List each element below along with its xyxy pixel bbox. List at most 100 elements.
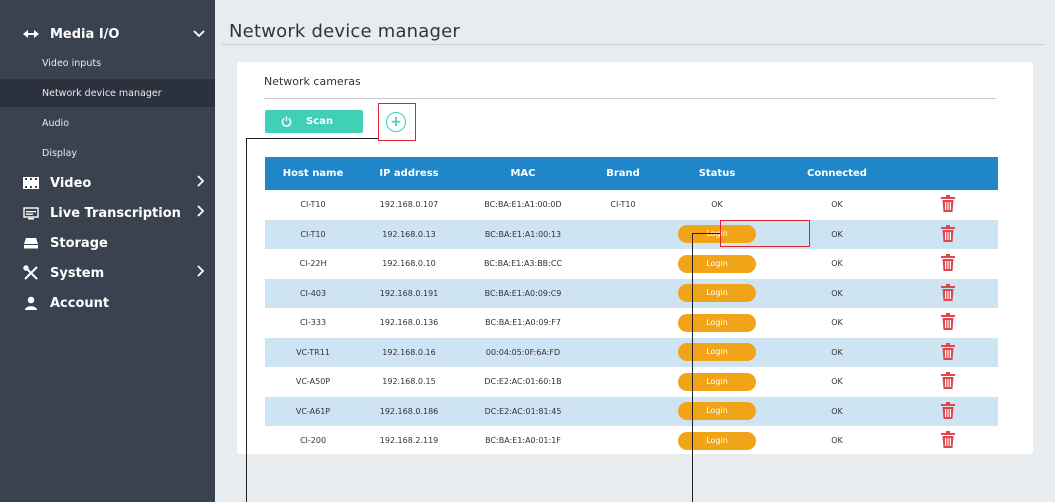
cell-ip-address: 192.168.0.13	[361, 219, 457, 249]
col-connected: Connected	[777, 157, 897, 190]
nav-network-device-manager-label: Network device manager	[42, 87, 162, 99]
delete-icon[interactable]	[940, 254, 955, 273]
delete-icon[interactable]	[940, 431, 955, 450]
nav-storage-label: Storage	[50, 235, 108, 251]
login-button[interactable]: Login	[678, 372, 756, 391]
cell-host-name: CI-403	[265, 278, 361, 308]
cell-status: Login	[657, 396, 777, 426]
cell-mac: DC:E2:AC:01:60:1B	[484, 377, 562, 387]
nav-audio-label: Audio	[42, 117, 70, 129]
cell-host-name: CI-333	[299, 318, 327, 328]
cell-brand	[589, 367, 657, 397]
cell-actions	[897, 396, 998, 426]
col-ip-address: IP address	[361, 157, 457, 190]
chevron-down-icon	[193, 27, 205, 42]
cell-host-name: CI-200	[299, 436, 327, 446]
table-header-row: Host name IP address MAC Brand Status Co…	[265, 157, 998, 190]
nav-system-label: System	[50, 265, 105, 281]
login-button[interactable]: Login	[678, 284, 756, 303]
nav-storage[interactable]: Storage	[0, 228, 215, 258]
login-button[interactable]: Login	[678, 313, 756, 332]
cell-mac: DC:E2:AC:01:81:45	[457, 396, 589, 426]
delete-icon[interactable]	[940, 283, 955, 303]
login-button[interactable]: Login	[678, 343, 756, 362]
table-row: CI-200 192.168.2.119 BC:BA:E1:A0:01:1F Logi…	[265, 426, 998, 456]
table-row: CI-T10192.168.0.13BC:BA:E1:A1:00:13Login…	[265, 219, 998, 249]
media-io-icon	[22, 27, 40, 41]
nav-video[interactable]: Video	[0, 168, 215, 198]
scan-label: Scan	[306, 116, 333, 127]
nav-audio[interactable]: Audio	[0, 109, 215, 137]
login-button[interactable]: Login	[678, 254, 756, 273]
highlight-box-login	[720, 220, 810, 247]
cell-actions	[897, 249, 998, 279]
login-button[interactable]: Login	[678, 402, 756, 421]
nav-display[interactable]: Display	[0, 139, 215, 167]
cell-host-name: VC-TR11	[265, 337, 361, 367]
page-title: Network device manager	[229, 21, 461, 42]
delete-icon[interactable]	[940, 195, 955, 214]
cell-ip-address: 192.168.0.10	[382, 259, 436, 269]
cell-brand: CI-T10	[610, 200, 636, 210]
login-button[interactable]: Login	[678, 431, 756, 450]
cell-actions	[897, 367, 998, 397]
table-row: CI-22H 192.168.0.10 BC:BA:E1:A3:BB:CC Login…	[265, 249, 998, 279]
delete-icon[interactable]	[940, 224, 955, 244]
callout-line	[692, 233, 693, 502]
cell-connected: OK	[831, 436, 843, 446]
nav-media-io[interactable]: Media I/O	[0, 19, 215, 49]
cell-brand	[589, 426, 657, 456]
chevron-right-icon	[197, 175, 205, 191]
cell-mac: BC:BA:E1:A3:BB:CC	[483, 259, 563, 269]
cell-mac: BC:BA:E1:A1:00:13	[457, 219, 589, 249]
film-icon	[22, 176, 40, 190]
nav-live-transcription-label: Live Transcription	[50, 205, 181, 221]
nav-account-label: Account	[50, 295, 110, 311]
nav-account[interactable]: Account	[0, 288, 215, 318]
col-actions	[897, 157, 998, 190]
cell-connected: OK	[777, 396, 897, 426]
cell-connected: OK	[777, 278, 897, 308]
table-row: VC-A61P 192.168.0.186 DC:E2:AC:01:81:45 Log…	[265, 396, 998, 426]
cell-mac: BC:BA:E1:A0:09:C9	[457, 278, 589, 308]
delete-icon[interactable]	[940, 313, 955, 332]
nav-system[interactable]: System	[0, 258, 215, 288]
cell-host-name: VC-A50P	[295, 377, 331, 387]
cell-status: Login	[657, 367, 777, 397]
title-divider	[222, 44, 1044, 45]
callout-line	[246, 138, 247, 502]
cell-mac: BC:BA:E1:A0:09:F7	[485, 318, 561, 328]
cell-ip-address: 192.168.0.16	[361, 337, 457, 367]
cell-brand	[589, 278, 657, 308]
cell-actions	[897, 337, 998, 367]
cell-ip-address: 192.168.0.107	[379, 200, 439, 210]
cell-host-name: CI-22H	[299, 259, 327, 269]
cell-ip-address: 192.168.2.119	[379, 436, 439, 446]
delete-icon[interactable]	[940, 372, 955, 391]
storage-icon	[22, 236, 40, 250]
cell-host-name: CI-T10	[265, 219, 361, 249]
delete-icon[interactable]	[940, 342, 955, 362]
nav-live-transcription[interactable]: Live Transcription	[0, 198, 215, 228]
cell-brand	[589, 219, 657, 249]
callout-line	[692, 233, 720, 234]
nav-media-io-label: Media I/O	[50, 26, 120, 42]
col-status: Status	[657, 157, 777, 190]
cell-ip-address: 192.168.0.136	[379, 318, 439, 328]
cell-status: Login	[657, 308, 777, 338]
table-row: VC-TR11 192.168.0.16 00:04:05:0F:6A:FD Logi…	[265, 337, 998, 367]
scan-button[interactable]: Scan	[265, 110, 363, 133]
delete-icon[interactable]	[940, 401, 955, 421]
nav-video-inputs[interactable]: Video inputs	[0, 49, 215, 77]
cell-status: Login	[657, 426, 777, 456]
nav-network-device-manager[interactable]: Network device manager	[0, 79, 215, 107]
table-row: CI-T10 192.168.0.107 BC:BA:E1:A1:00:0D CI-T…	[265, 190, 998, 220]
cell-connected: OK	[831, 200, 843, 210]
status-text: OK	[711, 200, 723, 210]
panel-title: Network cameras	[264, 75, 361, 88]
cell-brand	[589, 308, 657, 338]
user-icon	[22, 296, 40, 310]
cell-mac: BC:BA:E1:A1:00:0D	[484, 200, 562, 210]
sidebar: Media I/O Video inputs Network device ma…	[0, 0, 215, 502]
cell-actions	[897, 278, 998, 308]
